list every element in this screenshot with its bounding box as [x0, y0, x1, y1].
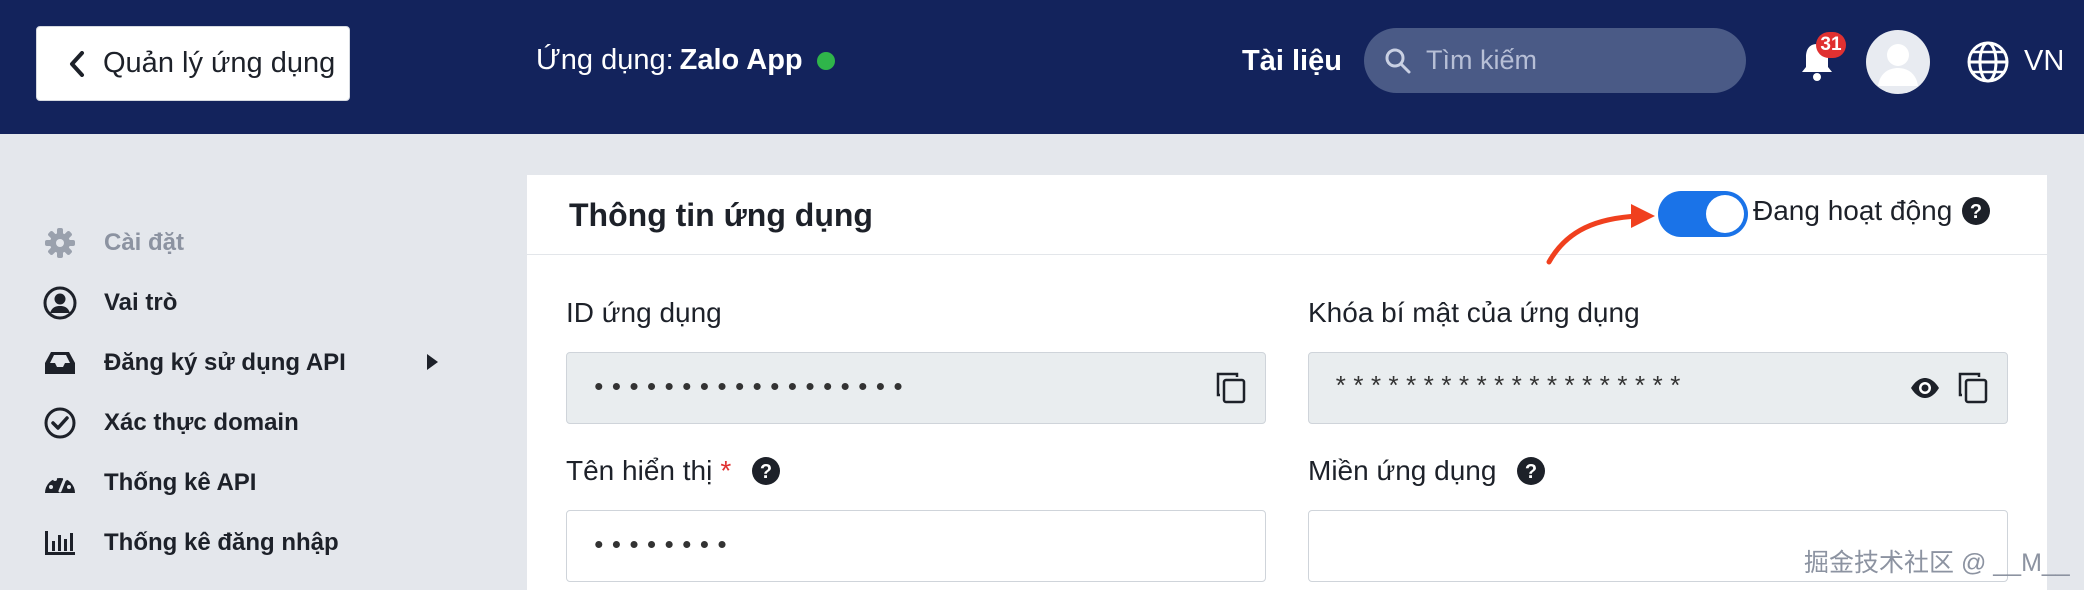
- svg-text:?: ?: [1525, 461, 1537, 483]
- search-input[interactable]: [1426, 45, 1726, 76]
- check-circle-icon: [40, 403, 80, 443]
- inbox-icon: [40, 343, 80, 383]
- app-name: Zalo App: [679, 44, 803, 76]
- chevron-left-icon: [70, 50, 84, 77]
- sidebar-item-label: Thống kê API: [104, 469, 257, 496]
- sidebar-item-roles[interactable]: Vai trò: [40, 278, 177, 328]
- back-button-label: Quản lý ứng dụng: [103, 47, 336, 79]
- display-name-label-text: Tên hiển thị: [566, 455, 713, 486]
- copy-icon[interactable]: [1957, 371, 1989, 405]
- eye-icon[interactable]: [1909, 371, 1941, 405]
- app-status-dot: [816, 51, 835, 70]
- app-secret-label-text: Khóa bí mật của ứng dụng: [1308, 297, 1640, 328]
- back-to-app-management-button[interactable]: Quản lý ứng dụng: [36, 26, 350, 101]
- bar-chart-icon: [40, 523, 80, 563]
- search-box[interactable]: [1364, 28, 1746, 93]
- sidebar-item-label: Vai trò: [104, 289, 178, 316]
- display-name-input[interactable]: ••••••••: [566, 510, 1266, 582]
- app-id-field: ••••••••••••••••••: [566, 352, 1266, 424]
- display-name-value: ••••••••: [591, 531, 732, 561]
- app-id-label-text: ID ứng dụng: [566, 297, 722, 328]
- app-secret-field: ********************: [1308, 352, 2008, 424]
- app-domain-label-text: Miền ứng dụng: [1308, 455, 1497, 486]
- app-domain-label: Miền ứng dụng ?: [1308, 455, 1546, 487]
- copy-icon[interactable]: [1215, 371, 1247, 405]
- sidebar-item-label: Đăng ký sử dụng API: [104, 349, 346, 376]
- app-status-label: Đang hoạt động: [1753, 195, 1953, 226]
- sidebar: Cài đặt Vai trò Đăng ký sử dụng API Xác …: [0, 134, 470, 590]
- svg-text:?: ?: [760, 461, 772, 483]
- app-secret-label: Khóa bí mật của ứng dụng: [1308, 297, 1640, 329]
- sidebar-item-label: Thống kê đăng nhập: [104, 529, 339, 556]
- caret-right-icon[interactable]: [424, 352, 440, 372]
- user-circle-icon: [40, 283, 80, 323]
- globe-icon[interactable]: [1966, 40, 2010, 84]
- app-info-panel: Thông tin ứng dụng Đang hoạt động ? ID ứ…: [527, 175, 2047, 590]
- watermark: 掘金技术社区 @ __M__: [1804, 549, 2070, 577]
- gauge-icon: [40, 463, 80, 503]
- language-selector[interactable]: VN: [2024, 45, 2064, 78]
- current-app-indicator: Ứng dụng: Zalo App: [536, 44, 835, 77]
- docs-link[interactable]: Tài liệu: [1242, 45, 1342, 78]
- svg-text:?: ?: [1970, 201, 1982, 223]
- search-icon: [1385, 48, 1411, 73]
- required-asterisk: *: [720, 455, 732, 486]
- annotation-arrow-icon: [1546, 204, 1655, 265]
- app-id-label: ID ứng dụng: [566, 297, 722, 329]
- help-circle-icon[interactable]: ?: [1961, 196, 1991, 226]
- app-status-toggle[interactable]: [1658, 191, 1748, 237]
- sidebar-item-domain-verification[interactable]: Xác thực domain: [40, 398, 299, 448]
- sidebar-item-api-stats[interactable]: Thống kê API: [40, 458, 256, 508]
- notification-badge: 31: [1816, 32, 1846, 58]
- top-navbar: Quản lý ứng dụng Ứng dụng: Zalo App Tài …: [0, 0, 2084, 134]
- panel-title: Thông tin ứng dụng: [569, 197, 873, 233]
- sidebar-item-label: Cài đặt: [104, 229, 185, 256]
- sidebar-item-api-registration[interactable]: Đăng ký sử dụng API: [40, 338, 346, 388]
- help-circle-icon[interactable]: ?: [1516, 456, 1546, 486]
- display-name-label: Tên hiển thị * ?: [566, 455, 781, 487]
- avatar[interactable]: [1866, 30, 1930, 94]
- sidebar-item-label: Xác thực domain: [104, 409, 299, 436]
- sidebar-item-login-stats[interactable]: Thống kê đăng nhập: [40, 518, 339, 568]
- gear-icon: [40, 223, 80, 263]
- toggle-knob: [1706, 195, 1744, 233]
- sidebar-item-settings[interactable]: Cài đặt: [40, 218, 184, 268]
- app-id-value: ••••••••••••••••••: [591, 373, 908, 403]
- app-prefix: Ứng dụng:: [536, 44, 674, 76]
- panel-header: Thông tin ứng dụng Đang hoạt động ?: [527, 175, 2047, 265]
- help-circle-icon[interactable]: ?: [751, 456, 781, 486]
- user-avatar-icon: [1878, 44, 1918, 86]
- app-secret-value: ********************: [1333, 373, 1686, 403]
